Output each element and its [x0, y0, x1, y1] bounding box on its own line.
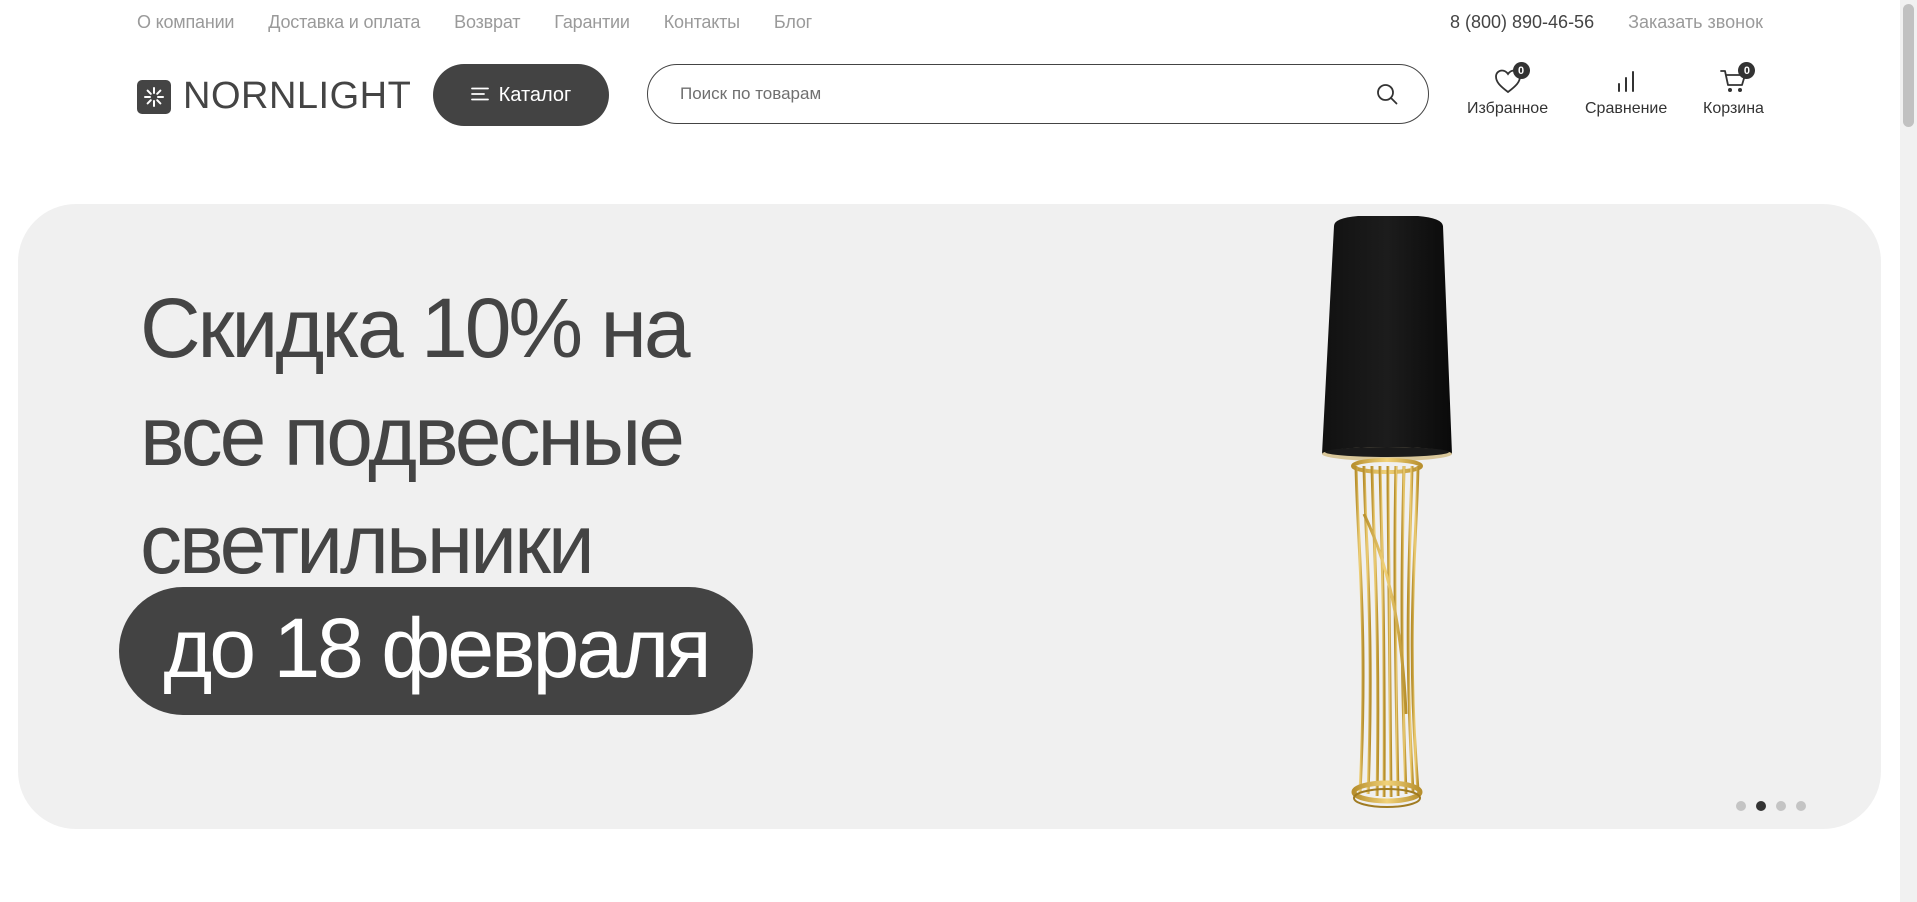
headline-line: Скидка 10% на	[140, 281, 691, 375]
favorites-button[interactable]: 0 Избранное	[1467, 62, 1549, 118]
cart-count-badge: 0	[1738, 62, 1756, 79]
promo-banner[interactable]: Скидка 10% на все подвесные светильники …	[18, 204, 1881, 829]
logo-sun-icon	[137, 79, 171, 114]
site-logo[interactable]: NORNLIGHT	[137, 75, 411, 118]
phone-number[interactable]: 8 (800) 890-46-56	[1450, 12, 1594, 33]
favorites-label: Избранное	[1467, 100, 1549, 117]
compare-label: Сравнение	[1585, 100, 1668, 117]
heart-icon: 0	[1492, 62, 1530, 98]
carousel-dot-3[interactable]	[1776, 801, 1786, 811]
headline-line: все подвесные	[140, 389, 685, 483]
nav-link-guarantees[interactable]: Гарантии	[554, 12, 630, 33]
promo-date-pill: до 18 февраля	[119, 587, 753, 715]
cart-label: Корзина	[1703, 100, 1764, 117]
headline-line: светильники	[140, 497, 595, 591]
catalog-button[interactable]: Каталог	[433, 64, 609, 126]
cart-button[interactable]: 0 Корзина	[1703, 62, 1764, 118]
banner-headline: Скидка 10% на все подвесные светильники	[140, 274, 840, 598]
top-contacts: 8 (800) 890-46-56 Заказать звонок	[1450, 0, 1763, 44]
scrollbar-thumb[interactable]	[1903, 4, 1914, 127]
nav-link-returns[interactable]: Возврат	[454, 12, 520, 33]
carousel-dot-2[interactable]	[1756, 801, 1766, 811]
top-nav: О компании Доставка и оплата Возврат Гар…	[137, 0, 812, 44]
search-icon[interactable]	[1374, 81, 1400, 107]
nav-link-about[interactable]: О компании	[137, 12, 234, 33]
cart-icon: 0	[1717, 62, 1756, 98]
nav-link-contacts[interactable]: Контакты	[664, 12, 740, 33]
menu-icon	[470, 84, 489, 107]
search-bar	[647, 64, 1429, 124]
logo-text: NORNLIGHT	[183, 75, 412, 117]
bar-chart-icon	[1610, 64, 1642, 98]
favorites-count-badge: 0	[1512, 62, 1530, 79]
carousel-dot-1[interactable]	[1736, 801, 1746, 811]
nav-link-blog[interactable]: Блог	[774, 12, 812, 33]
floor-lamp-image	[1298, 214, 1478, 819]
nav-link-delivery[interactable]: Доставка и оплата	[268, 12, 420, 33]
carousel-dot-4[interactable]	[1796, 801, 1806, 811]
promo-date: до 18 февраля	[163, 600, 711, 695]
search-input[interactable]	[678, 83, 1374, 105]
catalog-label: Каталог	[498, 83, 572, 106]
callback-link[interactable]: Заказать звонок	[1628, 12, 1763, 33]
carousel-dots	[1736, 801, 1806, 811]
page-scrollbar[interactable]	[1900, 0, 1917, 902]
compare-button[interactable]: Сравнение	[1585, 64, 1667, 118]
